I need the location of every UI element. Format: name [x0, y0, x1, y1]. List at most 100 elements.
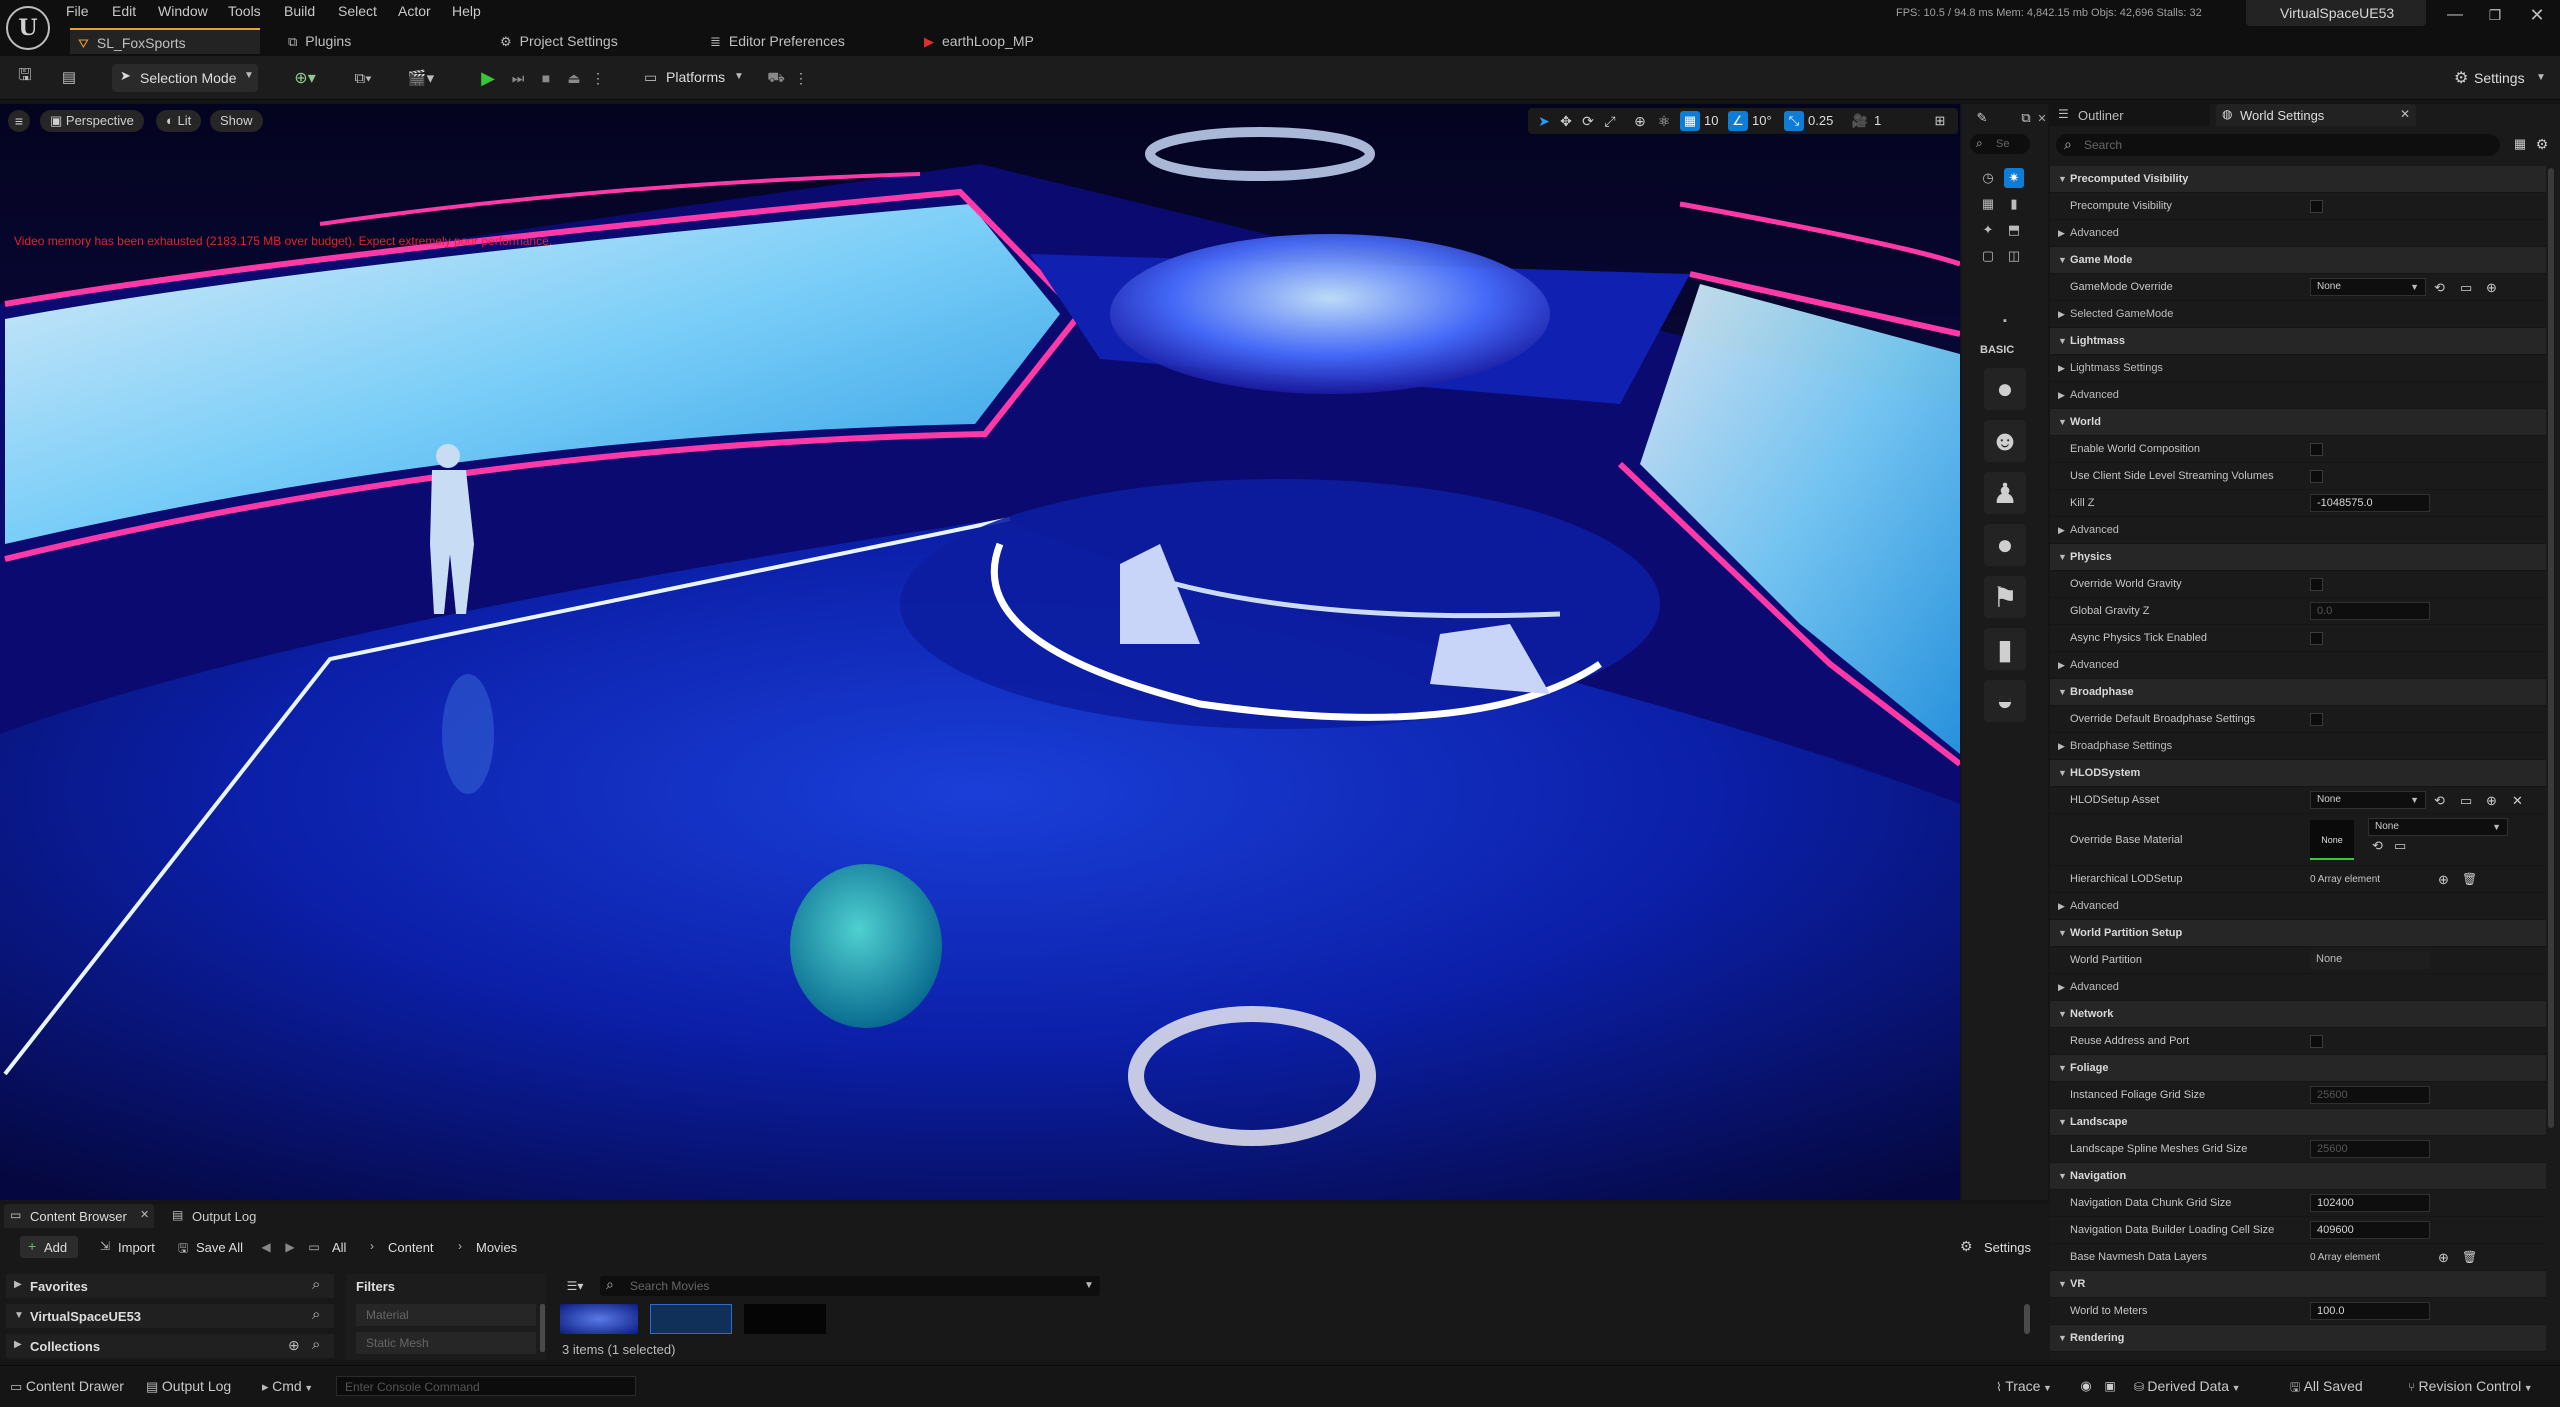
add-element-icon[interactable]: ⊕ [2438, 866, 2449, 893]
pawn-actor-icon[interactable]: ♟ [1984, 472, 2026, 514]
project-name-tab[interactable]: VirtualSpaceUE53 [2246, 0, 2426, 26]
viewport-menu-icon[interactable]: ≡ [8, 110, 30, 132]
screenshot-icon[interactable]: ▣ [2100, 1376, 2120, 1396]
stop-icon[interactable]: ■ [534, 66, 558, 90]
world-space-icon[interactable]: ⊕ [1630, 111, 1650, 131]
sphere-actor-icon[interactable]: ◒ [1984, 680, 2026, 722]
menu-file[interactable]: File [66, 0, 89, 22]
breadcrumb-movies[interactable]: Movies [476, 1240, 517, 1255]
add-icon[interactable]: ⊕ [2486, 274, 2497, 301]
add-button[interactable]: + Add [20, 1236, 78, 1258]
subgroup-advanced[interactable]: ▶ Advanced [2050, 517, 2546, 544]
category-foliage[interactable]: ▼ Foliage [2050, 1055, 2546, 1082]
viewport-layout-icon[interactable]: ⊞ [1930, 111, 1950, 131]
volumes-icon[interactable]: ▢ [1978, 246, 1998, 266]
project-row[interactable]: ▼ VirtualSpaceUE53 ⌕ [6, 1304, 334, 1328]
search-icon[interactable]: ⌕ [312, 1336, 320, 1353]
filter-item-static-mesh[interactable]: Static Mesh [356, 1332, 536, 1354]
value-field[interactable]: 100.0 [2310, 1302, 2430, 1320]
scale-snap-value[interactable]: 0.25 [1808, 113, 1833, 128]
gear-icon[interactable]: ⚙ [2532, 134, 2552, 154]
content-settings-button[interactable]: ⚙ Settings [1956, 1236, 2046, 1258]
category-hlodsystem[interactable]: ▼ HLODSystem [2050, 760, 2546, 787]
rotation-snap-icon[interactable]: ∠ [1728, 111, 1748, 131]
category-vr[interactable]: ▼ VR [2050, 1271, 2546, 1298]
trace-dropdown[interactable]: ⌇ Trace ▼ [1996, 1374, 2066, 1398]
details-scrollbar[interactable] [2548, 168, 2554, 1128]
menu-build[interactable]: Build [284, 0, 315, 22]
filter-icon[interactable]: ☰▾ [560, 1276, 590, 1296]
maximize-icon[interactable]: ❐ [2480, 2, 2510, 28]
menu-window[interactable]: Window [158, 0, 208, 22]
breadcrumb-content[interactable]: Content [388, 1240, 434, 1255]
level-viewport[interactable]: Video memory has been exhausted (2183.17… [0, 104, 1960, 1200]
close-icon[interactable]: ✕ [2400, 107, 2410, 121]
menu-tools[interactable]: Tools [228, 0, 261, 22]
subgroup-advanced[interactable]: ▶ Advanced [2050, 893, 2546, 920]
collapse-icon[interactable]: ▪ [1998, 314, 2012, 328]
subgroup-broadphase-settings[interactable]: ▶ Broadphase Settings [2050, 733, 2546, 760]
checkbox[interactable] [2310, 578, 2323, 591]
translate-icon[interactable]: ✥ [1556, 111, 1576, 131]
cube-actor-icon[interactable]: ▮ [1984, 628, 2026, 670]
content-browse-icon[interactable]: ▤ [58, 66, 80, 88]
tab-sl-foxsports[interactable]: ⛛ SL_FoxSports [70, 28, 260, 54]
cinematics-icon[interactable]: 🎬▾ [402, 66, 440, 90]
lights-icon[interactable]: ✷ [2004, 168, 2024, 188]
value-field[interactable]: None [2310, 951, 2430, 969]
browse-folder-icon[interactable]: ▭ [2460, 787, 2472, 814]
cinematic-icon[interactable]: ▮ [2004, 194, 2024, 214]
pencil-icon[interactable]: ✎ [1972, 108, 1992, 128]
subgroup-advanced[interactable]: ▶ Advanced [2050, 382, 2546, 409]
menu-help[interactable]: Help [452, 0, 481, 22]
menu-select[interactable]: Select [338, 0, 377, 22]
category-world-partition-setup[interactable]: ▼ World Partition Setup [2050, 920, 2546, 947]
sphere-actor-icon[interactable]: ● [1984, 368, 2026, 410]
subgroup-advanced[interactable]: ▶ Advanced [2050, 220, 2546, 247]
checkbox[interactable] [2310, 713, 2323, 726]
outliner-tab[interactable]: ☰ Outliner [2050, 104, 2210, 126]
material-dropdown[interactable]: None ▼ [2368, 818, 2508, 836]
selection-mode-dropdown[interactable]: ➤ Selection Mode ▼ [112, 64, 258, 92]
category-landscape[interactable]: ▼ Landscape [2050, 1109, 2546, 1136]
save-all-button[interactable]: 🖫 Save All [176, 1236, 250, 1258]
asset-dropdown[interactable]: None ▼ [2310, 278, 2426, 296]
rotate-icon[interactable]: ⟳ [1578, 111, 1598, 131]
close-icon[interactable]: ✕ [140, 1208, 149, 1221]
asset-dropdown[interactable]: None ▼ [2310, 791, 2426, 809]
category-network[interactable]: ▼ Network [2050, 1001, 2546, 1028]
geometry-icon[interactable]: ⬒ [2004, 220, 2024, 240]
unreal-logo-icon[interactable]: U [6, 6, 50, 50]
category-physics[interactable]: ▼ Physics [2050, 544, 2546, 571]
material-thumbnail[interactable]: None [2310, 820, 2354, 860]
add-element-icon[interactable]: ⊕ [2438, 1244, 2449, 1271]
camera-speed-value[interactable]: 1 [1874, 113, 1881, 128]
browse-folder-icon[interactable]: ▭ [2460, 274, 2472, 301]
view-options-icon[interactable]: ▦ [2510, 134, 2530, 154]
trash-icon[interactable]: 🗑 [2462, 866, 2477, 893]
details-search[interactable]: ⌕ Search [2056, 134, 2500, 156]
recent-icon[interactable]: ◷ [1978, 168, 1998, 188]
grid-snap-value[interactable]: 10 [1704, 113, 1718, 128]
clear-icon[interactable]: ✕ [2512, 787, 2523, 814]
cmd-dropdown[interactable]: ▸ Cmd ▼ [262, 1374, 332, 1398]
shapes-icon[interactable]: ▦ [1978, 194, 1998, 214]
search-icon[interactable]: ⌕ [312, 1276, 320, 1293]
add-icon[interactable]: ⊕ [2486, 787, 2497, 814]
revision-control-dropdown[interactable]: ⑂ Revision Control ▼ [2408, 1374, 2558, 1398]
step-icon[interactable]: ⏭ [506, 66, 530, 90]
lit-button[interactable]: ◐ Lit [156, 110, 202, 132]
subgroup-advanced[interactable]: ▶ Advanced [2050, 652, 2546, 679]
record-icon[interactable]: ◉ [2076, 1376, 2096, 1396]
back-icon[interactable]: ◀ [258, 1238, 274, 1256]
tab-earthloop-mp[interactable]: ▶ earthLoop_MP [916, 28, 1116, 54]
browse-folder-icon[interactable]: ▭ [2394, 836, 2406, 856]
checkbox[interactable] [2310, 443, 2323, 456]
settings-button[interactable]: ⚙ Settings ▼ [2450, 66, 2550, 90]
browse-back-icon[interactable]: ⟲ [2434, 787, 2445, 814]
category-broadphase[interactable]: ▼ Broadphase [2050, 679, 2546, 706]
collections-row[interactable]: ▶ Collections ⊕ ⌕ [6, 1334, 334, 1358]
category-navigation[interactable]: ▼ Navigation [2050, 1163, 2546, 1190]
category-game-mode[interactable]: ▼ Game Mode [2050, 247, 2546, 274]
more-options-icon[interactable]: ⋮ [590, 66, 606, 90]
